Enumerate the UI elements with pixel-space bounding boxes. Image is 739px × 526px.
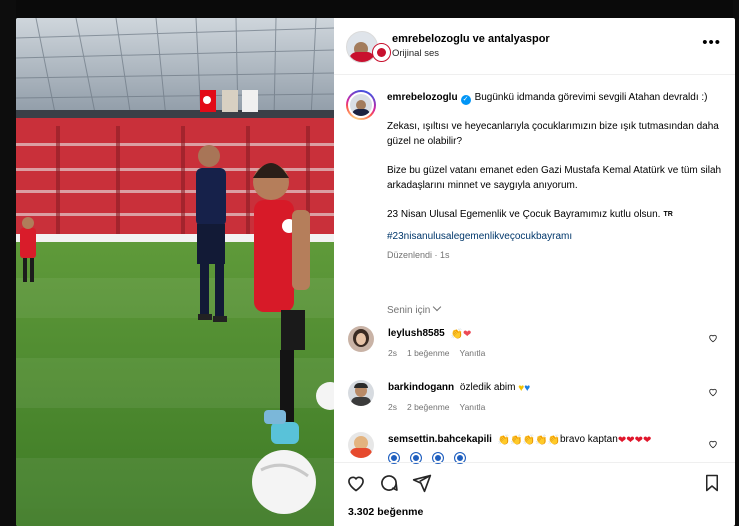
- caption-para4: 23 Nisan Ulusal Egemenlik ve Çocuk Bayra…: [387, 209, 661, 220]
- comment-avatar[interactable]: [348, 380, 374, 406]
- like-comment-heart-icon[interactable]: [708, 439, 718, 449]
- post-video[interactable]: [16, 18, 334, 526]
- comment-avatar[interactable]: [348, 432, 374, 458]
- caption-para2: Zekası, ışıltısı ve heyecanlarıyla çocuk…: [387, 121, 719, 147]
- post-panel: emrebelozoglu ve antalyaspor Orijinal se…: [334, 18, 735, 526]
- comment-bubble-icon[interactable]: [379, 473, 399, 493]
- likes-count[interactable]: 3.302 beğenme: [348, 506, 423, 518]
- comment-username[interactable]: semsettin.bahcekapili: [388, 434, 492, 445]
- comment-avatar[interactable]: [348, 326, 374, 352]
- more-options-icon[interactable]: •••: [702, 35, 721, 50]
- audio-label[interactable]: Orijinal ses: [392, 48, 550, 59]
- share-send-icon[interactable]: [412, 473, 432, 493]
- chevron-down-icon: [433, 302, 442, 312]
- post-author-title[interactable]: emrebelozoglu ve antalyaspor: [392, 33, 550, 45]
- comment-time: 2s: [388, 348, 397, 358]
- reply-button[interactable]: Yanıtla: [460, 348, 486, 358]
- collab-avatars[interactable]: [346, 31, 391, 63]
- post-header: emrebelozoglu ve antalyaspor Orijinal se…: [334, 18, 735, 75]
- antalyaspor-logo-icon: [372, 43, 391, 62]
- comment-username[interactable]: leylush8585: [388, 328, 445, 339]
- clapping-hands-icon: 👏: [450, 329, 463, 340]
- reply-button[interactable]: Yanıtla: [460, 402, 486, 412]
- comment-likes[interactable]: 2 beğenme: [407, 402, 450, 412]
- comment-sort-label: Senin için: [387, 305, 431, 316]
- caption-avatar[interactable]: [346, 90, 376, 120]
- post-caption: emrebelozoglu ✓ Bugünkü idmanda görevimi s…: [346, 90, 726, 263]
- caption-para3: Bize bu güzel vatanı emanet eden Gazi Mu…: [387, 165, 722, 191]
- blue-heart-icon: ♥: [524, 383, 531, 394]
- clapping-hands-icon: 👏👏👏👏👏: [497, 435, 560, 446]
- bookmark-icon[interactable]: [703, 473, 721, 493]
- red-heart-icon: ❤: [462, 329, 472, 340]
- post-time[interactable]: 1s: [440, 250, 450, 260]
- verified-badge-icon: ✓: [460, 95, 471, 105]
- red-heart-icon: ❤❤❤❤: [617, 435, 652, 446]
- comment-text: özledik abim: [459, 382, 516, 393]
- caption-username[interactable]: emrebelozoglu: [387, 92, 458, 103]
- hashtag-link[interactable]: #23nisanulusalegemenlikveçocukbayramı: [387, 229, 722, 244]
- caption-line1: Bugünkü idmanda görevimi sevgili Atahan …: [474, 92, 708, 103]
- like-heart-icon[interactable]: [346, 473, 366, 493]
- post-actions: 3.302 beğenme: [334, 462, 735, 526]
- like-comment-heart-icon[interactable]: [708, 333, 718, 343]
- backdrop-left: [0, 0, 16, 526]
- like-comment-heart-icon[interactable]: [708, 387, 718, 397]
- edited-label: Düzenlendi: [387, 250, 433, 260]
- stadium-video-frame: [16, 18, 334, 526]
- flag-text: TR: [663, 211, 673, 218]
- comment-sort-dropdown[interactable]: Senin için: [387, 302, 442, 316]
- comment-time: 2s: [388, 402, 397, 412]
- post-modal: emrebelozoglu ve antalyaspor Orijinal se…: [16, 18, 735, 526]
- comment-likes[interactable]: 1 beğenme: [407, 348, 450, 358]
- comment-username[interactable]: barkindogann: [388, 382, 454, 393]
- comment-text: bravo kaptan: [559, 434, 618, 445]
